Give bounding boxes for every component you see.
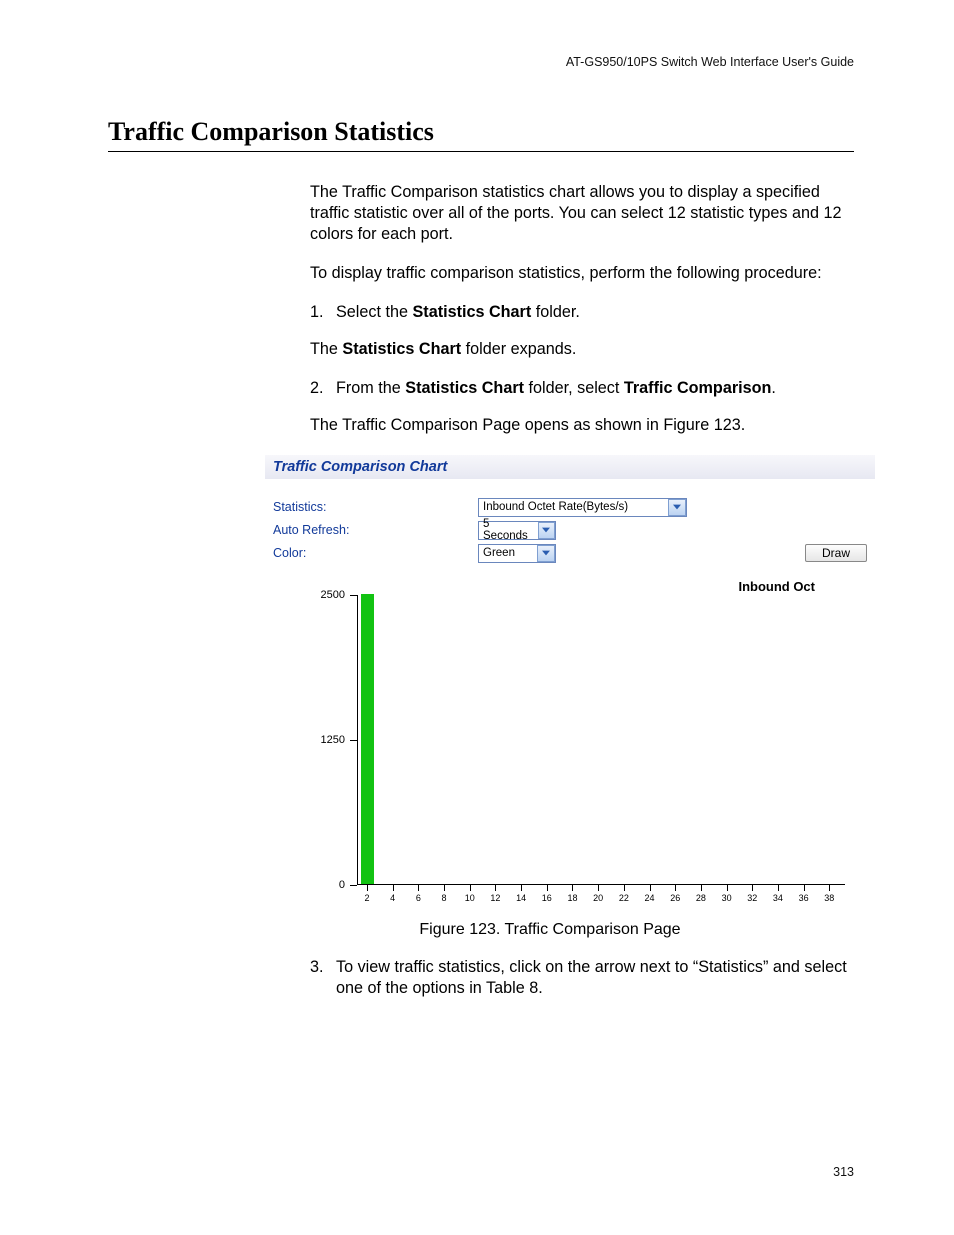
color-select[interactable]: Green — [478, 544, 556, 563]
statistics-label: Statistics: — [273, 500, 478, 514]
procedure-lead: To display traffic comparison statistics… — [310, 263, 854, 284]
auto-refresh-label: Auto Refresh: — [273, 523, 478, 537]
x-tick-label: 16 — [542, 893, 552, 903]
step-2-e: . — [771, 379, 776, 397]
draw-button[interactable]: Draw — [805, 544, 867, 562]
x-tick — [778, 885, 779, 891]
x-tick-label: 26 — [670, 893, 680, 903]
x-tick — [495, 885, 496, 891]
step-1-c: folder. — [531, 303, 580, 321]
step-3-text: To view traffic statistics, click on the… — [336, 957, 854, 999]
x-tick-label: 10 — [465, 893, 475, 903]
chart-area: Inbound Oct 0125025002468101214161820222… — [265, 579, 875, 909]
color-label: Color: — [273, 546, 478, 560]
x-tick-label: 14 — [516, 893, 526, 903]
page-number: 313 — [833, 1165, 854, 1179]
x-tick-label: 4 — [390, 893, 395, 903]
step-2-number: 2. — [310, 378, 336, 399]
y-axis — [357, 595, 358, 885]
page-header: AT-GS950/10PS Switch Web Interface User'… — [0, 0, 954, 69]
auto-refresh-select-value: 5 Seconds — [483, 518, 534, 542]
step-2-b: Statistics Chart — [405, 379, 524, 397]
figure-caption: Figure 123. Traffic Comparison Page — [225, 921, 875, 939]
y-tick — [350, 885, 357, 886]
step-1-number: 1. — [310, 302, 336, 323]
statistics-select-value: Inbound Octet Rate(Bytes/s) — [483, 501, 628, 513]
x-tick — [367, 885, 368, 891]
y-tick — [350, 595, 357, 596]
x-tick — [829, 885, 830, 891]
x-tick — [393, 885, 394, 891]
x-axis — [357, 884, 845, 885]
x-tick — [752, 885, 753, 891]
x-tick — [572, 885, 573, 891]
x-tick-label: 12 — [490, 893, 500, 903]
intro-paragraph: The Traffic Comparison statistics chart … — [310, 182, 854, 245]
step-2-result: The Traffic Comparison Page opens as sho… — [310, 415, 854, 436]
x-tick-label: 28 — [696, 893, 706, 903]
x-tick — [727, 885, 728, 891]
x-tick — [701, 885, 702, 891]
x-tick-label: 34 — [773, 893, 783, 903]
x-tick — [444, 885, 445, 891]
color-select-value: Green — [483, 547, 515, 559]
x-tick-label: 8 — [442, 893, 447, 903]
body-column-2: 3. To view traffic statistics, click on … — [310, 957, 854, 999]
step-1: 1. Select the Statistics Chart folder. — [310, 302, 854, 323]
x-tick — [650, 885, 651, 891]
bar — [361, 594, 374, 884]
x-tick-label: 18 — [567, 893, 577, 903]
section-title: Traffic Comparison Statistics — [108, 117, 954, 147]
step-2-text: From the Statistics Chart folder, select… — [336, 378, 854, 399]
x-tick-label: 22 — [619, 893, 629, 903]
x-tick-label: 30 — [722, 893, 732, 903]
x-tick — [521, 885, 522, 891]
section-rule — [108, 151, 854, 152]
chevron-down-icon[interactable] — [538, 522, 555, 539]
x-tick — [598, 885, 599, 891]
step-3-number: 3. — [310, 957, 336, 999]
step-2: 2. From the Statistics Chart folder, sel… — [310, 378, 854, 399]
figure-123: Traffic Comparison Chart Statistics: Inb… — [265, 455, 875, 939]
auto-refresh-select[interactable]: 5 Seconds — [478, 521, 556, 540]
body-column: The Traffic Comparison statistics chart … — [310, 182, 854, 437]
chart-controls: Statistics: Inbound Octet Rate(Bytes/s) … — [265, 480, 875, 573]
step-3: 3. To view traffic statistics, click on … — [310, 957, 854, 999]
x-tick-label: 36 — [799, 893, 809, 903]
x-tick — [547, 885, 548, 891]
x-tick — [470, 885, 471, 891]
y-tick-label: 1250 — [295, 734, 345, 746]
step-1-res-b: Statistics Chart — [342, 340, 461, 358]
panel-title: Traffic Comparison Chart — [265, 455, 875, 480]
chart-title: Inbound Oct — [738, 579, 815, 594]
step-2-d: Traffic Comparison — [624, 379, 772, 397]
step-2-c: folder, select — [524, 379, 624, 397]
step-1-text: Select the Statistics Chart folder. — [336, 302, 854, 323]
x-tick-label: 32 — [747, 893, 757, 903]
x-tick-label: 20 — [593, 893, 603, 903]
statistics-select[interactable]: Inbound Octet Rate(Bytes/s) — [478, 498, 687, 517]
y-tick — [350, 740, 357, 741]
y-tick-label: 0 — [295, 879, 345, 891]
step-1-a: Select the — [336, 303, 413, 321]
step-1-b: Statistics Chart — [413, 303, 532, 321]
step-1-res-a: The — [310, 340, 342, 358]
x-tick-label: 38 — [824, 893, 834, 903]
x-tick-label: 6 — [416, 893, 421, 903]
step-1-res-c: folder expands. — [461, 340, 576, 358]
chevron-down-icon[interactable] — [668, 499, 686, 516]
x-tick — [624, 885, 625, 891]
x-tick-label: 2 — [364, 893, 369, 903]
step-2-a: From the — [336, 379, 405, 397]
x-tick — [675, 885, 676, 891]
chevron-down-icon[interactable] — [537, 545, 555, 562]
x-tick — [804, 885, 805, 891]
x-tick-label: 24 — [645, 893, 655, 903]
x-tick — [418, 885, 419, 891]
y-tick-label: 2500 — [295, 589, 345, 601]
step-1-result: The Statistics Chart folder expands. — [310, 339, 854, 360]
